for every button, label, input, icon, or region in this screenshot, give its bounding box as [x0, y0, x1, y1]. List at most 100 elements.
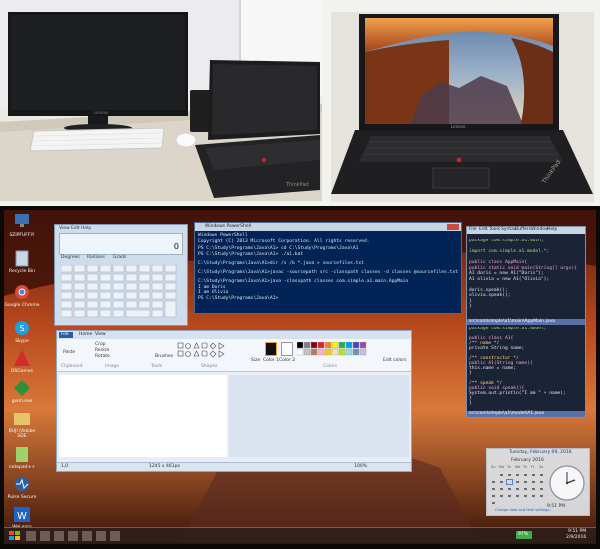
- taskbar-button[interactable]: [68, 531, 78, 541]
- weekday-label: We: [515, 465, 521, 469]
- powershell-window[interactable]: Windows PowerShell Windows PowerShell Co…: [194, 222, 462, 314]
- color-2-swatch[interactable]: [281, 342, 293, 356]
- desktop-icon-label: Recycle Bin: [9, 269, 35, 274]
- paint-tool-label[interactable]: Edit colors: [383, 358, 407, 364]
- paint-workspace: [229, 375, 409, 457]
- calculator-menu-item[interactable]: Help: [81, 226, 91, 232]
- desktop-icon-label: Skype: [15, 339, 29, 344]
- notepad-icon: [16, 447, 28, 462]
- paint-tool-label[interactable]: Rotate: [95, 354, 110, 360]
- clock-gadget: [549, 465, 585, 501]
- desktop-icon[interactable]: Google Chrome: [4, 282, 40, 308]
- desktop-icon[interactable]: DSGames: [4, 348, 40, 374]
- paint-tool-label[interactable]: Resize: [95, 348, 109, 354]
- taskbar-button[interactable]: [26, 531, 36, 541]
- desktop-icon[interactable]: BUJI (Adobe SDE: [4, 408, 40, 438]
- gvim-pane-top[interactable]: package com.simple.a1.main; import com.s…: [469, 239, 583, 319]
- taskbar-date[interactable]: 2/9/2016: [566, 535, 586, 541]
- calculator-mode-grads[interactable]: Grads: [113, 255, 126, 261]
- skype-icon: S: [15, 321, 29, 335]
- battery-icon[interactable]: 97%: [516, 531, 532, 539]
- color-palette[interactable]: [297, 342, 377, 356]
- calculator-display-value: 0: [173, 242, 179, 251]
- code-line: public class AppMain{: [469, 260, 528, 265]
- paint-tab[interactable]: View: [95, 332, 106, 338]
- weekday-label: Fr: [531, 465, 535, 469]
- console-line: PS C:\Study\Programs\Java\A1>: [198, 295, 279, 301]
- calendar-gadget[interactable]: Tuesday, February 09, 2016 February 2016…: [486, 448, 590, 516]
- desktop-icon-label: gvim.exe: [11, 399, 33, 404]
- paint-tool-label[interactable]: Size: [251, 358, 260, 364]
- console-line: C:\Study\Programs\Java\A1>dir /s /b *.ja…: [198, 261, 364, 266]
- shape-gallery[interactable]: [177, 342, 237, 358]
- console-line: PS C:\Study\Programs\Java\A1> ./a1.bat: [198, 251, 304, 257]
- color-1-swatch[interactable]: [265, 342, 277, 356]
- folder-icon: [14, 413, 30, 425]
- laptop-photo-art: Lenovo ThinkPad: [331, 14, 593, 194]
- console-line: PS C:\Study\Programs\Java\A1> cd C:\Stud…: [198, 246, 359, 251]
- paint-tool-label[interactable]: Paste: [63, 350, 75, 356]
- vim-icon: [14, 380, 30, 396]
- console-line: Windows PowerShell: [198, 233, 248, 238]
- chrome-icon: [15, 285, 29, 299]
- calendar-grid[interactable]: [491, 473, 547, 507]
- gvim-menu-item[interactable]: Buffers: [515, 227, 531, 233]
- code-line: import com.simple.a1.model.*;: [469, 249, 550, 254]
- paint-window[interactable]: File Home View Paste Crop Resize Rotate …: [56, 330, 412, 472]
- gvim-status-text: src\com\simple\a1\main\AppMain.java: [469, 319, 555, 324]
- console-line: C:\Study\Programs\Java\A1>javac -sourcep…: [198, 270, 458, 275]
- paint-tab[interactable]: Home: [79, 332, 92, 338]
- taskbar-button[interactable]: [82, 531, 92, 541]
- calculator-mode-radians[interactable]: Radians: [87, 255, 105, 261]
- calendar-footer-link[interactable]: Change date and time settings...: [495, 508, 553, 513]
- gvim-pane-bottom[interactable]: package com.simple.a1.model; public clas…: [469, 327, 583, 407]
- taskbar-button[interactable]: [40, 531, 50, 541]
- calculator-menu-item[interactable]: View: [59, 226, 70, 232]
- gvim-window[interactable]: File Edit Tools Syntax Buffers Window He…: [466, 226, 586, 418]
- calculator-window[interactable]: View Edit Help 0 Degrees Radians Grads: [54, 224, 188, 326]
- calculator-mode-degrees[interactable]: Degrees: [61, 255, 80, 261]
- desktop-icon[interactable]: Pulse Secure: [4, 474, 40, 500]
- gvim-menu-item[interactable]: Help: [547, 227, 557, 233]
- taskbar-button[interactable]: [96, 531, 106, 541]
- zoom-level: 100%: [354, 464, 367, 469]
- desktop-icon[interactable]: notepad++: [4, 444, 40, 470]
- gvim-menu-item[interactable]: Edit: [479, 227, 488, 233]
- code-line: }: [469, 401, 472, 406]
- svg-text:S: S: [20, 324, 25, 333]
- paint-tool-label[interactable]: Color 2: [279, 358, 295, 364]
- laptop-brand-text: ThinkPad: [285, 182, 309, 188]
- trackpoint: [456, 157, 462, 163]
- code-line: private String name;: [469, 346, 525, 351]
- desktop-icon-label: Google Chrome: [4, 303, 40, 308]
- paint-tool-label[interactable]: Crop: [95, 342, 106, 348]
- paint-tool-label[interactable]: Brushes: [155, 354, 173, 360]
- paint-tool-label[interactable]: Color 1: [263, 358, 279, 364]
- close-icon[interactable]: [447, 224, 459, 230]
- desktop-icon-label: DSGames: [10, 369, 34, 374]
- desk-photo: Lenovo ThinkPad: [0, 0, 322, 201]
- taskbar-time[interactable]: 9:51 PM: [568, 529, 586, 535]
- calculator-keypad[interactable]: [61, 265, 181, 321]
- gvim-status-bottom: src\com\simple\a1\model\A1.java: [467, 411, 585, 417]
- gvim-menu-item[interactable]: Tools: [489, 227, 500, 233]
- mouse: [175, 132, 197, 148]
- recycle-bin-icon: [15, 250, 29, 267]
- desktop-icon[interactable]: S Skype: [4, 318, 40, 344]
- desktop-icon-label: notepad++: [8, 465, 36, 470]
- desktop-icon-label: SZIPFUFFIY: [9, 233, 35, 238]
- code-line: package com.simple.a1.main;: [469, 239, 544, 243]
- paint-tabs: File Home View: [57, 331, 411, 339]
- desktop-icon[interactable]: gvim.exe: [4, 378, 40, 404]
- desktop-icon[interactable]: Recycle Bin: [4, 248, 40, 274]
- windows-start-icon[interactable]: [8, 530, 22, 542]
- gvim-menu-item[interactable]: File: [469, 227, 477, 233]
- taskbar-button[interactable]: [54, 531, 64, 541]
- desktop-icon[interactable]: SZIPFUFFIY: [4, 212, 40, 238]
- taskbar-button[interactable]: [110, 531, 120, 541]
- desktop-icon-label: BUJI (Adobe SDE: [8, 429, 36, 439]
- calculator-menu-item[interactable]: Edit: [71, 226, 80, 232]
- paint-file-tab[interactable]: File: [59, 332, 73, 338]
- powershell-titlebar: Windows PowerShell: [195, 223, 461, 231]
- paint-canvas[interactable]: [59, 375, 227, 457]
